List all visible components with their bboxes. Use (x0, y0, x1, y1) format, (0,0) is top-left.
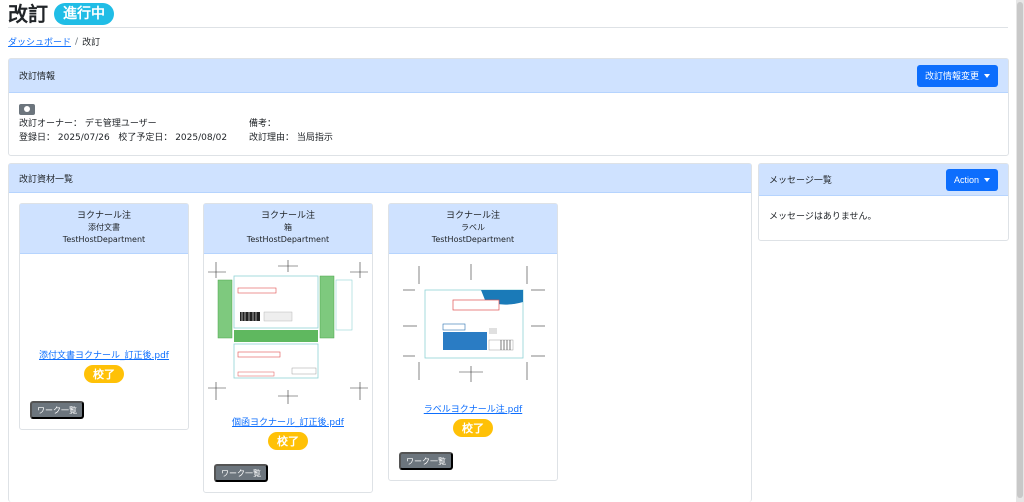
caret-down-icon (984, 177, 990, 182)
breadcrumb-dashboard-link[interactable]: ダッシュボード (8, 35, 71, 48)
messages-card: メッセージ一覧 Action メッセージはありません。 (758, 163, 1009, 241)
revision-info-header: 改訂情報 改訂情報変更 (9, 59, 1008, 93)
material-type: 箱 (284, 223, 292, 232)
material-item-header: ヨクナール注 添付文書 TestHostDepartment (20, 204, 188, 254)
revision-info-body: 改訂オーナー： デモ管理ユーザー 備考： 登録日： 2025/07/26 校了予… (9, 93, 1008, 155)
material-item-header: ヨクナール注 ラベル TestHostDepartment (389, 204, 557, 254)
revision-remarks: 備考： (249, 119, 277, 129)
proof-status-badge: 校了 (453, 419, 493, 437)
action-dropdown-button[interactable]: Action (945, 168, 998, 191)
scrollbar-thumb[interactable] (1017, 2, 1023, 498)
page-scrollbar[interactable] (1016, 0, 1024, 502)
material-department: TestHostDepartment (62, 235, 146, 244)
messages-empty-text: メッセージはありません。 (769, 212, 877, 222)
material-item: ヨクナール注 添付文書 TestHostDepartment 添付文書ヨクナール… (19, 203, 189, 430)
material-department: TestHostDepartment (431, 235, 515, 244)
material-item: ヨクナール注 ラベル TestHostDepartment ラベルヨクナール注.… (388, 203, 558, 481)
material-type: 添付文書 (88, 223, 120, 232)
label-preview-thumbnail[interactable] (389, 254, 557, 394)
material-file-link[interactable]: 添付文書ヨクナール_訂正後.pdf (20, 348, 188, 361)
material-file-link[interactable]: ラベルヨクナール注.pdf (389, 402, 557, 415)
materials-title: 改訂資材一覧 (19, 174, 74, 185)
change-revision-info-label: 改訂情報変更 (924, 71, 979, 81)
revision-info-card: 改訂情報 改訂情報変更 改訂オーナー： デモ管理ユーザー 備考： 登録日： 20… (8, 58, 1009, 156)
material-product: ヨクナール注 (76, 211, 131, 221)
work-list-button[interactable]: ワーク一覧 (30, 401, 84, 419)
breadcrumb: ダッシュボード / 改訂 (8, 35, 101, 49)
material-file-link[interactable]: 個函ヨクナール_訂正後.pdf (204, 415, 372, 428)
revision-dates: 登録日： 2025/07/26 校了予定日： 2025/08/02 (19, 131, 249, 145)
material-preview-empty (20, 254, 188, 340)
material-product: ヨクナール注 (260, 211, 315, 221)
material-product: ヨクナール注 (445, 211, 500, 221)
material-footer: 添付文書ヨクナール_訂正後.pdf 校了 (20, 340, 188, 383)
messages-header: メッセージ一覧 Action (759, 164, 1008, 196)
breadcrumb-separator: / (75, 36, 79, 47)
material-footer: ラベルヨクナール注.pdf 校了 (389, 394, 557, 437)
revision-owner: 改訂オーナー： デモ管理ユーザー (19, 119, 157, 129)
revision-info-title: 改訂情報 (19, 72, 56, 82)
label-artwork-image (403, 264, 545, 382)
material-footer: 個函ヨクナール_訂正後.pdf 校了 (204, 407, 372, 450)
caret-down-icon (984, 73, 990, 78)
materials-header: 改訂資材一覧 (9, 164, 751, 193)
proof-status-badge: 校了 (268, 432, 308, 450)
materials-card: 改訂資材一覧 ヨクナール注 添付文書 TestHostDepartment 添付… (8, 163, 752, 502)
revision-reason: 改訂理由： 当局指示 (249, 133, 333, 143)
work-list-button[interactable]: ワーク一覧 (214, 464, 268, 482)
material-item: ヨクナール注 箱 TestHostDepartment 個函ヨクナール_訂正後.… (203, 203, 373, 493)
proof-due-date: 校了予定日： 2025/08/02 (118, 133, 228, 143)
breadcrumb-current: 改訂 (82, 38, 101, 48)
page-header: 改訂 進行中 (8, 0, 1008, 28)
user-icon (19, 103, 35, 115)
material-department: TestHostDepartment (246, 235, 330, 244)
box-dieline-image (208, 260, 368, 404)
status-badge: 進行中 (54, 2, 114, 25)
messages-title: メッセージ一覧 (769, 176, 832, 186)
page-title: 改訂 (8, 1, 48, 26)
action-button-label: Action (953, 174, 979, 185)
material-item-header: ヨクナール注 箱 TestHostDepartment (204, 204, 372, 254)
box-preview-thumbnail[interactable] (204, 254, 372, 407)
registered-date: 登録日： 2025/07/26 (19, 133, 110, 143)
proof-status-badge: 校了 (84, 365, 124, 383)
change-revision-info-button[interactable]: 改訂情報変更 (916, 64, 998, 87)
work-list-button[interactable]: ワーク一覧 (399, 452, 453, 470)
material-type: ラベル (461, 223, 485, 232)
